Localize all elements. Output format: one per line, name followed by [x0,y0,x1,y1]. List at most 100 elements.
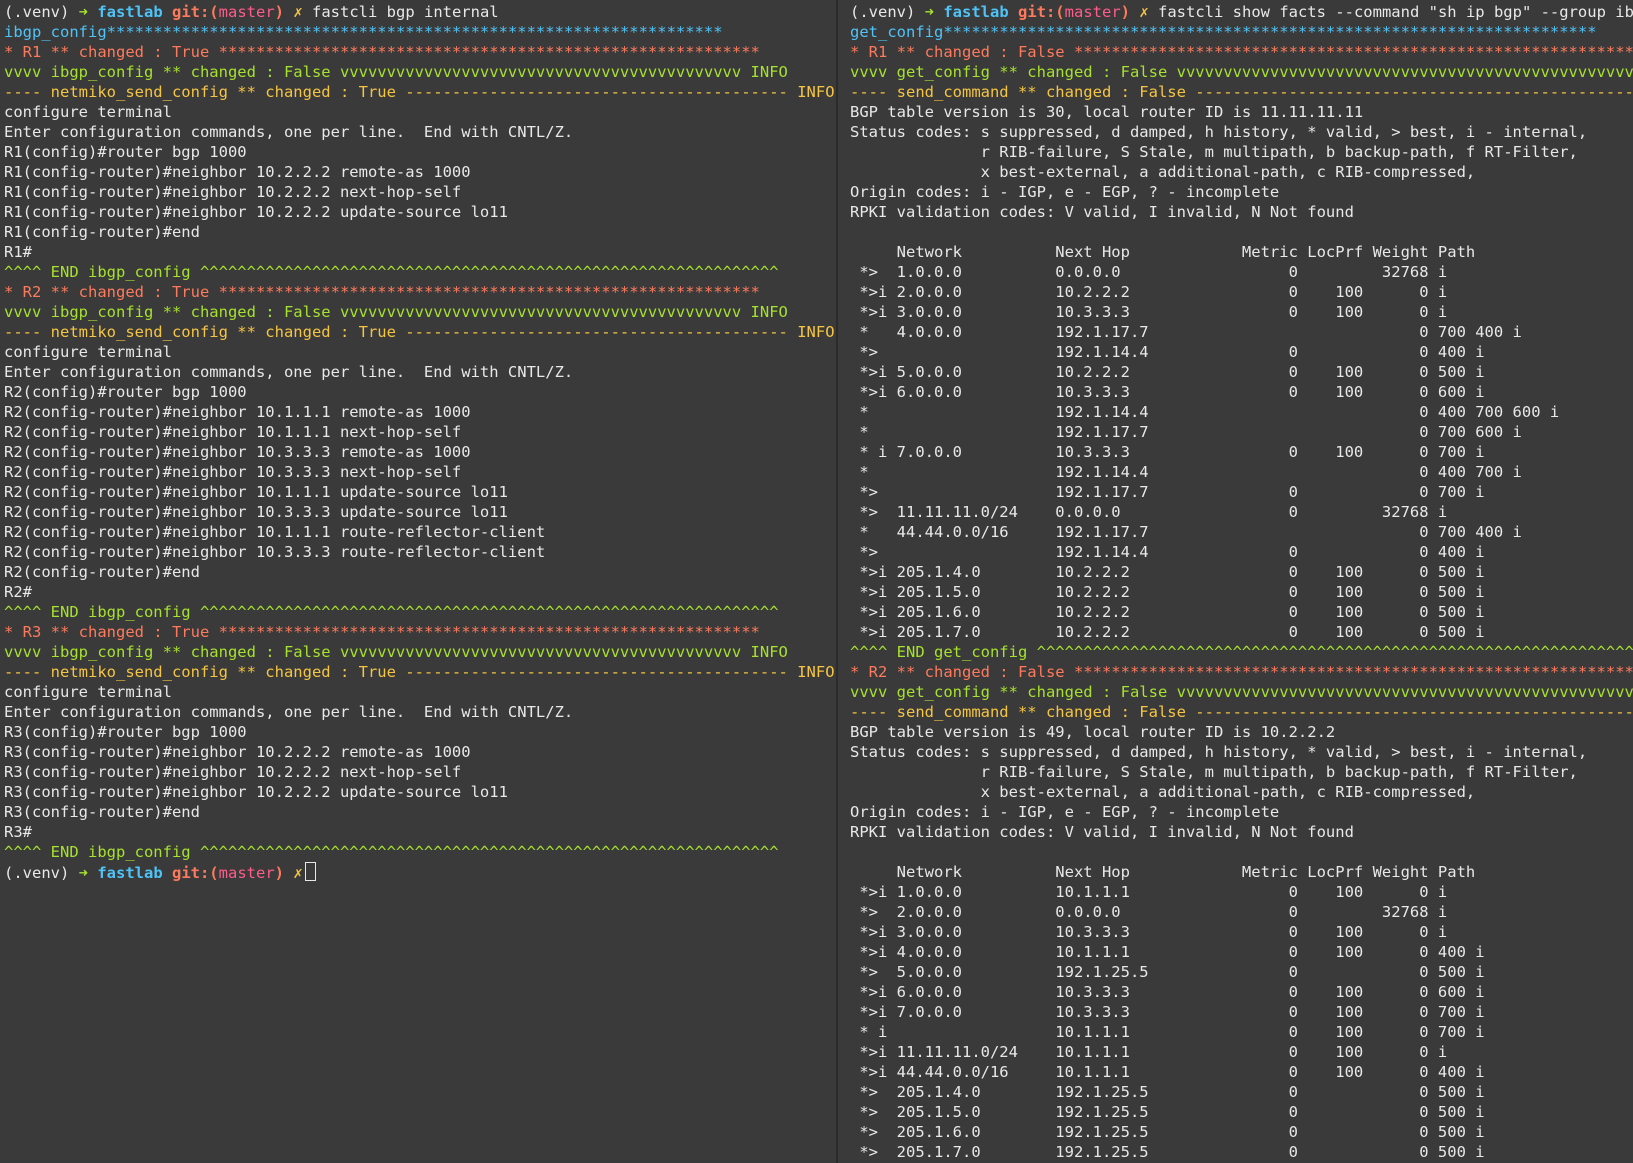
terminal-line: R2(config-router)#neighbor 10.3.3.3 next… [4,462,836,482]
terminal-text: R2(config-router)#end [4,563,200,581]
terminal-text: git:( [1017,3,1065,21]
terminal-text: *>i 5.0.0.0 10.2.2.2 0 100 0 500 i [850,363,1485,381]
terminal-text: R3(config)#router bgp 1000 [4,723,247,741]
terminal-text: R2# [4,583,32,601]
terminal-text: *> 205.1.7.0 192.1.25.5 0 0 500 i [850,1143,1485,1161]
terminal-line: *>i 3.0.0.0 10.3.3.3 0 100 0 i [850,922,1633,942]
terminal-text: ➜ [78,3,98,21]
terminal-text: Enter configuration commands, one per li… [4,123,574,141]
terminal-text: *>i 11.11.11.0/24 10.1.1.1 0 100 0 i [850,1043,1448,1061]
terminal-text: (.venv) [4,864,79,882]
terminal-text: ^^^^ END ibgp_config ^^^^^^^^^^^^^^^^^^^… [4,603,779,621]
terminal-text: ) [1120,3,1140,21]
terminal-line: BGP table version is 49, local router ID… [850,722,1633,742]
terminal-text: *>i 6.0.0.0 10.3.3.3 0 100 0 600 i [850,383,1485,401]
terminal-text: *>i 3.0.0.0 10.3.3.3 0 100 0 i [850,303,1448,321]
terminal-line: Enter configuration commands, one per li… [4,362,836,382]
terminal-text: ---- netmiko_send_config ** changed : Tr… [4,323,835,341]
terminal-line: ^^^^ END get_config ^^^^^^^^^^^^^^^^^^^^… [850,642,1633,662]
terminal-line: (.venv) ➜ fastlab git:(master) ✗ [4,862,836,882]
terminal-text: r RIB-failure, S Stale, m multipath, b b… [850,143,1578,161]
terminal-text: ✗ [1139,3,1158,21]
terminal-text: git:( [171,864,219,882]
terminal-text: *>i 6.0.0.0 10.3.3.3 0 100 0 600 i [850,983,1485,1001]
terminal-text: * 44.44.0.0/16 192.1.17.7 0 700 400 i [850,523,1522,541]
terminal-text: ---- send_command ** changed : False ---… [850,703,1633,721]
terminal-line: R2(config-router)#neighbor 10.1.1.1 upda… [4,482,836,502]
terminal-line: vvvv get_config ** changed : False vvvvv… [850,682,1633,702]
terminal-line: *>i 5.0.0.0 10.2.2.2 0 100 0 500 i [850,362,1633,382]
terminal-text: vvvv get_config ** changed : False vvvvv… [850,63,1633,81]
terminal-text: *>i 205.1.7.0 10.2.2.2 0 100 0 500 i [850,623,1485,641]
terminal-text: R3(config-router)#neighbor 10.2.2.2 remo… [4,743,471,761]
terminal-text: R2(config-router)#neighbor 10.1.1.1 upda… [4,483,508,501]
terminal-line: R1(config-router)#neighbor 10.2.2.2 remo… [4,162,836,182]
terminal-text: ➜ [78,864,98,882]
terminal-text: R3(config-router)#end [4,803,200,821]
terminal-line: *>i 6.0.0.0 10.3.3.3 0 100 0 600 i [850,982,1633,1002]
terminal-text: R2(config-router)#neighbor 10.3.3.3 upda… [4,503,508,521]
terminal-line: *>i 205.1.4.0 10.2.2.2 0 100 0 500 i [850,562,1633,582]
terminal-line: * R1 ** changed : True *****************… [4,42,836,62]
terminal-line: *> 205.1.7.0 192.1.25.5 0 0 500 i [850,1142,1633,1162]
terminal-line: * R1 ** changed : False ****************… [850,42,1633,62]
terminal-text: *> 2.0.0.0 0.0.0.0 0 32768 i [850,903,1448,921]
terminal-text: *> 205.1.4.0 192.1.25.5 0 0 500 i [850,1083,1485,1101]
terminal-line: ---- send_command ** changed : False ---… [850,702,1633,722]
terminal-line: R3(config-router)#neighbor 10.2.2.2 next… [4,762,836,782]
terminal-text: ✗ [293,3,312,21]
terminal-text: ✗ [293,864,303,882]
terminal-line: *> 205.1.4.0 192.1.25.5 0 0 500 i [850,1082,1633,1102]
terminal-line: R2(config)#router bgp 1000 [4,382,836,402]
terminal-line: ^^^^ END ibgp_config ^^^^^^^^^^^^^^^^^^^… [4,842,836,862]
terminal-text: BGP table version is 30, local router ID… [850,103,1364,121]
terminal-text: *> 205.1.6.0 192.1.25.5 0 0 500 i [850,1123,1485,1141]
terminal-line: * 44.44.0.0/16 192.1.17.7 0 700 400 i [850,522,1633,542]
terminal-line: Enter configuration commands, one per li… [4,122,836,142]
terminal-line: * 192.1.14.4 0 400 700 i [850,462,1633,482]
terminal-line: R2# [4,582,836,602]
terminal-line: * i 10.1.1.1 0 100 0 700 i [850,1022,1633,1042]
terminal-line: * R2 ** changed : True *****************… [4,282,836,302]
terminal-line: get_config******************************… [850,22,1633,42]
terminal-text: master [1064,3,1121,21]
terminal-text: *> 1.0.0.0 0.0.0.0 0 32768 i [850,263,1448,281]
terminal-line: R3# [4,822,836,842]
terminal-line: Network Next Hop Metric LocPrf Weight Pa… [850,862,1633,882]
terminal-line: Status codes: s suppressed, d damped, h … [850,742,1633,762]
terminal-text: * 4.0.0.0 192.1.17.7 0 700 400 i [850,323,1522,341]
terminal-line: *> 205.1.6.0 192.1.25.5 0 0 500 i [850,1122,1633,1142]
terminal-line: configure terminal [4,682,836,702]
terminal-text: * 192.1.14.4 0 400 700 600 i [850,403,1560,421]
terminal-line: Origin codes: i - IGP, e - EGP, ? - inco… [850,182,1633,202]
terminal-text: *> 192.1.14.4 0 0 400 i [850,543,1485,561]
terminal-line: (.venv) ➜ fastlab git:(master) ✗ fastcli… [850,2,1633,22]
terminal-cursor[interactable] [304,862,316,881]
terminal-text: ^^^^ END ibgp_config ^^^^^^^^^^^^^^^^^^^… [4,263,779,281]
terminal-text: BGP table version is 49, local router ID… [850,723,1336,741]
terminal-text: ) [274,864,294,882]
terminal-line: * 192.1.17.7 0 700 600 i [850,422,1633,442]
terminal-line: R1# [4,242,836,262]
terminal-text: Origin codes: i - IGP, e - EGP, ? - inco… [850,803,1280,821]
terminal-line: * 192.1.14.4 0 400 700 600 i [850,402,1633,422]
terminal-line: * R2 ** changed : False ****************… [850,662,1633,682]
terminal-text: *> 11.11.11.0/24 0.0.0.0 0 32768 i [850,503,1448,521]
terminal-text: fastcli show facts --command "sh ip bgp"… [1158,3,1633,21]
left-terminal-pane[interactable]: (.venv) ➜ fastlab git:(master) ✗ fastcli… [0,0,836,1163]
terminal-text: ****************************************… [218,283,760,301]
terminal-text: R2(config-router)#neighbor 10.3.3.3 rout… [4,543,546,561]
terminal-line: R3(config-router)#neighbor 10.2.2.2 remo… [4,742,836,762]
terminal-text: * 192.1.14.4 0 400 700 i [850,463,1522,481]
terminal-line: vvvv ibgp_config ** changed : False vvvv… [4,642,836,662]
terminal-text: ****************************************… [1073,43,1633,61]
terminal-line: *>i 3.0.0.0 10.3.3.3 0 100 0 i [850,302,1633,322]
terminal-line: R3(config-router)#neighbor 10.2.2.2 upda… [4,782,836,802]
terminal-line: *>i 205.1.7.0 10.2.2.2 0 100 0 500 i [850,622,1633,642]
right-terminal-pane[interactable]: (.venv) ➜ fastlab git:(master) ✗ fastcli… [838,0,1633,1163]
terminal-text: *>i 3.0.0.0 10.3.3.3 0 100 0 i [850,923,1448,941]
terminal-text: *>i 205.1.4.0 10.2.2.2 0 100 0 500 i [850,563,1485,581]
terminal-line: *> 11.11.11.0/24 0.0.0.0 0 32768 i [850,502,1633,522]
terminal-text: ****************************************… [1073,663,1633,681]
terminal-text: vvvv get_config ** changed : False vvvvv… [850,683,1633,701]
